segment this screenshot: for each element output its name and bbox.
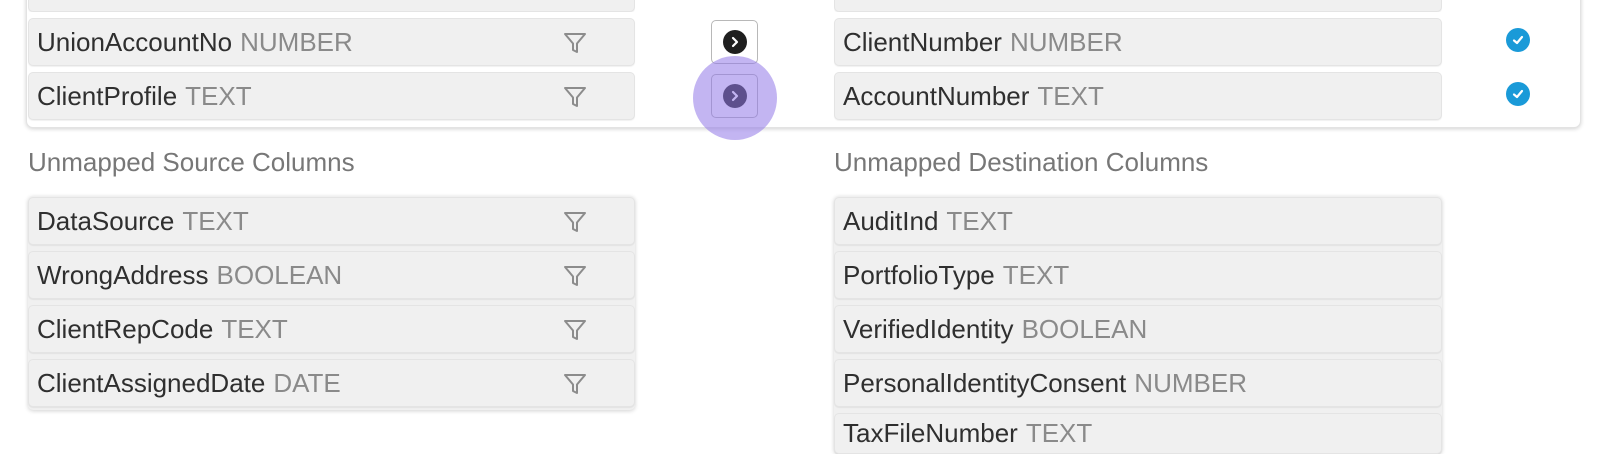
destination-column-row[interactable]: AuditInd TEXT: [834, 197, 1442, 245]
check-circle-icon: [1506, 28, 1530, 52]
filter-icon[interactable]: [561, 29, 589, 57]
column-type: NUMBER: [1134, 367, 1247, 398]
column-name: ClientAssignedDate: [37, 367, 266, 398]
source-column-row[interactable]: DataSource TEXT: [28, 197, 635, 245]
source-column-row[interactable]: ClientAssignedDate DATE: [28, 359, 635, 407]
column-name: WrongAddress: [37, 259, 209, 290]
partial-source-row: [28, 0, 635, 12]
column-type: BOOLEAN: [216, 259, 343, 290]
column-name: VerifiedIdentity: [843, 313, 1014, 344]
column-type: TEXT: [1025, 418, 1093, 448]
filter-icon[interactable]: [561, 262, 589, 290]
filter-icon[interactable]: [561, 316, 589, 344]
unmapped-source-title: Unmapped Source Columns: [28, 147, 355, 177]
destination-column-row[interactable]: TaxFileNumber TEXT: [834, 413, 1442, 454]
column-type: NUMBER: [240, 26, 353, 57]
column-name: AccountNumber: [843, 80, 1030, 111]
column-type: DATE: [273, 367, 341, 398]
filter-icon[interactable]: [561, 370, 589, 398]
source-column-row[interactable]: WrongAddress BOOLEAN: [28, 251, 635, 299]
unmapped-destination-title: Unmapped Destination Columns: [834, 147, 1209, 177]
filter-icon[interactable]: [561, 83, 589, 111]
partial-destination-row: [834, 0, 1442, 12]
source-column-row[interactable]: ClientRepCode TEXT: [28, 305, 635, 353]
destination-column-row[interactable]: AccountNumber TEXT: [834, 72, 1442, 120]
column-name: ClientProfile: [37, 80, 178, 111]
column-name: ClientRepCode: [37, 313, 214, 344]
destination-column-row[interactable]: ClientNumber NUMBER: [834, 18, 1442, 66]
source-column-row[interactable]: UnionAccountNo NUMBER: [28, 18, 635, 66]
column-type: TEXT: [182, 205, 249, 236]
column-name: DataSource: [37, 205, 175, 236]
column-type: TEXT: [946, 205, 1013, 236]
source-column-row[interactable]: ClientProfile TEXT: [28, 72, 635, 120]
column-type: TEXT: [1002, 259, 1070, 290]
column-type: TEXT: [185, 80, 252, 111]
destination-column-row[interactable]: PortfolioType TEXT: [834, 251, 1442, 299]
column-type: NUMBER: [1009, 26, 1123, 57]
column-type: TEXT: [1037, 80, 1104, 111]
chevron-right-circle-icon: [722, 30, 747, 54]
column-name: PersonalIdentityConsent: [843, 367, 1127, 398]
column-name: PortfolioType: [843, 259, 995, 290]
column-name: UnionAccountNo: [37, 26, 233, 57]
destination-column-row[interactable]: PersonalIdentityConsent NUMBER: [834, 359, 1442, 407]
filter-icon[interactable]: [561, 208, 589, 236]
click-highlight: [693, 56, 777, 140]
column-name: AuditInd: [843, 205, 939, 236]
column-type: BOOLEAN: [1021, 313, 1148, 344]
column-name: TaxFileNumber: [843, 418, 1018, 448]
check-circle-icon: [1506, 82, 1530, 106]
destination-column-row[interactable]: VerifiedIdentity BOOLEAN: [834, 305, 1442, 353]
column-name: ClientNumber: [843, 26, 1002, 57]
column-type: TEXT: [221, 313, 288, 344]
